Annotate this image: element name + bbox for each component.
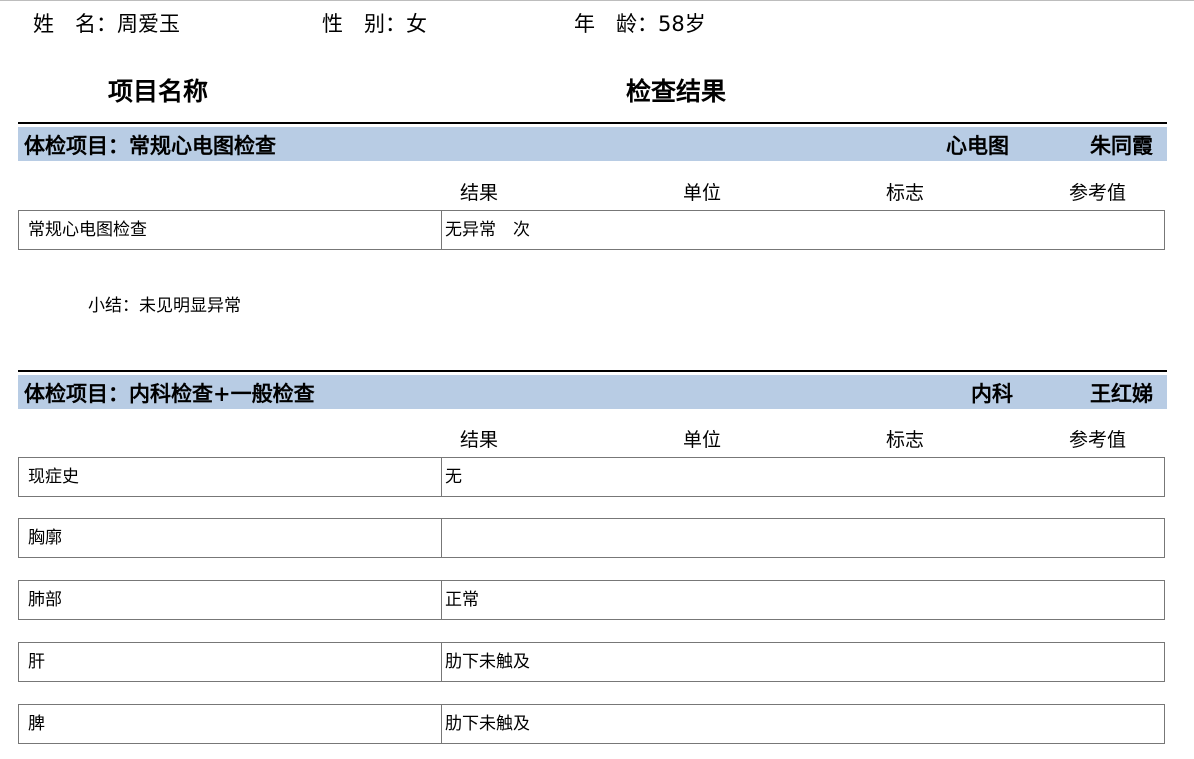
section-title: 体检项目：常规心电图检查 bbox=[24, 133, 276, 158]
table-row: 肝 肋下未触及 bbox=[18, 642, 1165, 682]
row-item-name: 常规心电图检查 bbox=[19, 211, 442, 249]
row-item-name: 脾 bbox=[19, 705, 442, 743]
section-title: 体检项目：内科检查+一般检查 bbox=[24, 381, 315, 406]
section-header-internal: 体检项目：内科检查+一般检查 内科 王红娣 bbox=[18, 375, 1167, 409]
section-doctor: 王红娣 bbox=[1090, 381, 1153, 406]
subheader-reference: 参考值 bbox=[1069, 182, 1127, 204]
patient-age: 年 龄：58岁 bbox=[574, 12, 706, 36]
subheader-reference: 参考值 bbox=[1069, 429, 1127, 451]
table-row: 常规心电图检查 无异常 次 bbox=[18, 210, 1165, 250]
row-result: 正常 bbox=[445, 590, 479, 610]
row-item-name: 胸廓 bbox=[19, 519, 442, 557]
subheader-result: 结果 bbox=[460, 182, 499, 204]
row-item-name: 肝 bbox=[19, 643, 442, 681]
subheader-flag: 标志 bbox=[886, 429, 925, 451]
section-divider bbox=[18, 122, 1167, 124]
table-row: 现症史 无 bbox=[18, 457, 1165, 497]
top-border bbox=[0, 0, 1194, 1]
section-doctor: 朱同霞 bbox=[1090, 133, 1153, 158]
table-row: 胸廓 bbox=[18, 518, 1165, 558]
item-name-header: 项目名称 bbox=[108, 77, 209, 106]
section-summary: 小结：未见明显异常 bbox=[88, 296, 241, 316]
table-row: 脾 肋下未触及 bbox=[18, 704, 1165, 744]
section-department: 心电图 bbox=[946, 133, 1009, 158]
row-result: 无异常 次 bbox=[445, 220, 530, 240]
row-result: 无 bbox=[445, 467, 462, 487]
subheader-result: 结果 bbox=[460, 429, 499, 451]
section-divider bbox=[18, 370, 1167, 372]
row-item-name: 肺部 bbox=[19, 581, 442, 619]
row-result: 肋下未触及 bbox=[445, 714, 530, 734]
section-header-ecg: 体检项目：常规心电图检查 心电图 朱同霞 bbox=[18, 127, 1167, 161]
subheader-unit: 单位 bbox=[683, 182, 722, 204]
subheader-unit: 单位 bbox=[683, 429, 722, 451]
patient-name: 姓 名：周爱玉 bbox=[33, 12, 180, 36]
subheader-flag: 标志 bbox=[886, 182, 925, 204]
table-row: 肺部 正常 bbox=[18, 580, 1165, 620]
check-result-header: 检查结果 bbox=[626, 77, 727, 106]
row-result: 肋下未触及 bbox=[445, 652, 530, 672]
section-department: 内科 bbox=[971, 381, 1013, 406]
row-item-name: 现症史 bbox=[19, 458, 442, 496]
patient-gender: 性 别：女 bbox=[322, 12, 427, 36]
